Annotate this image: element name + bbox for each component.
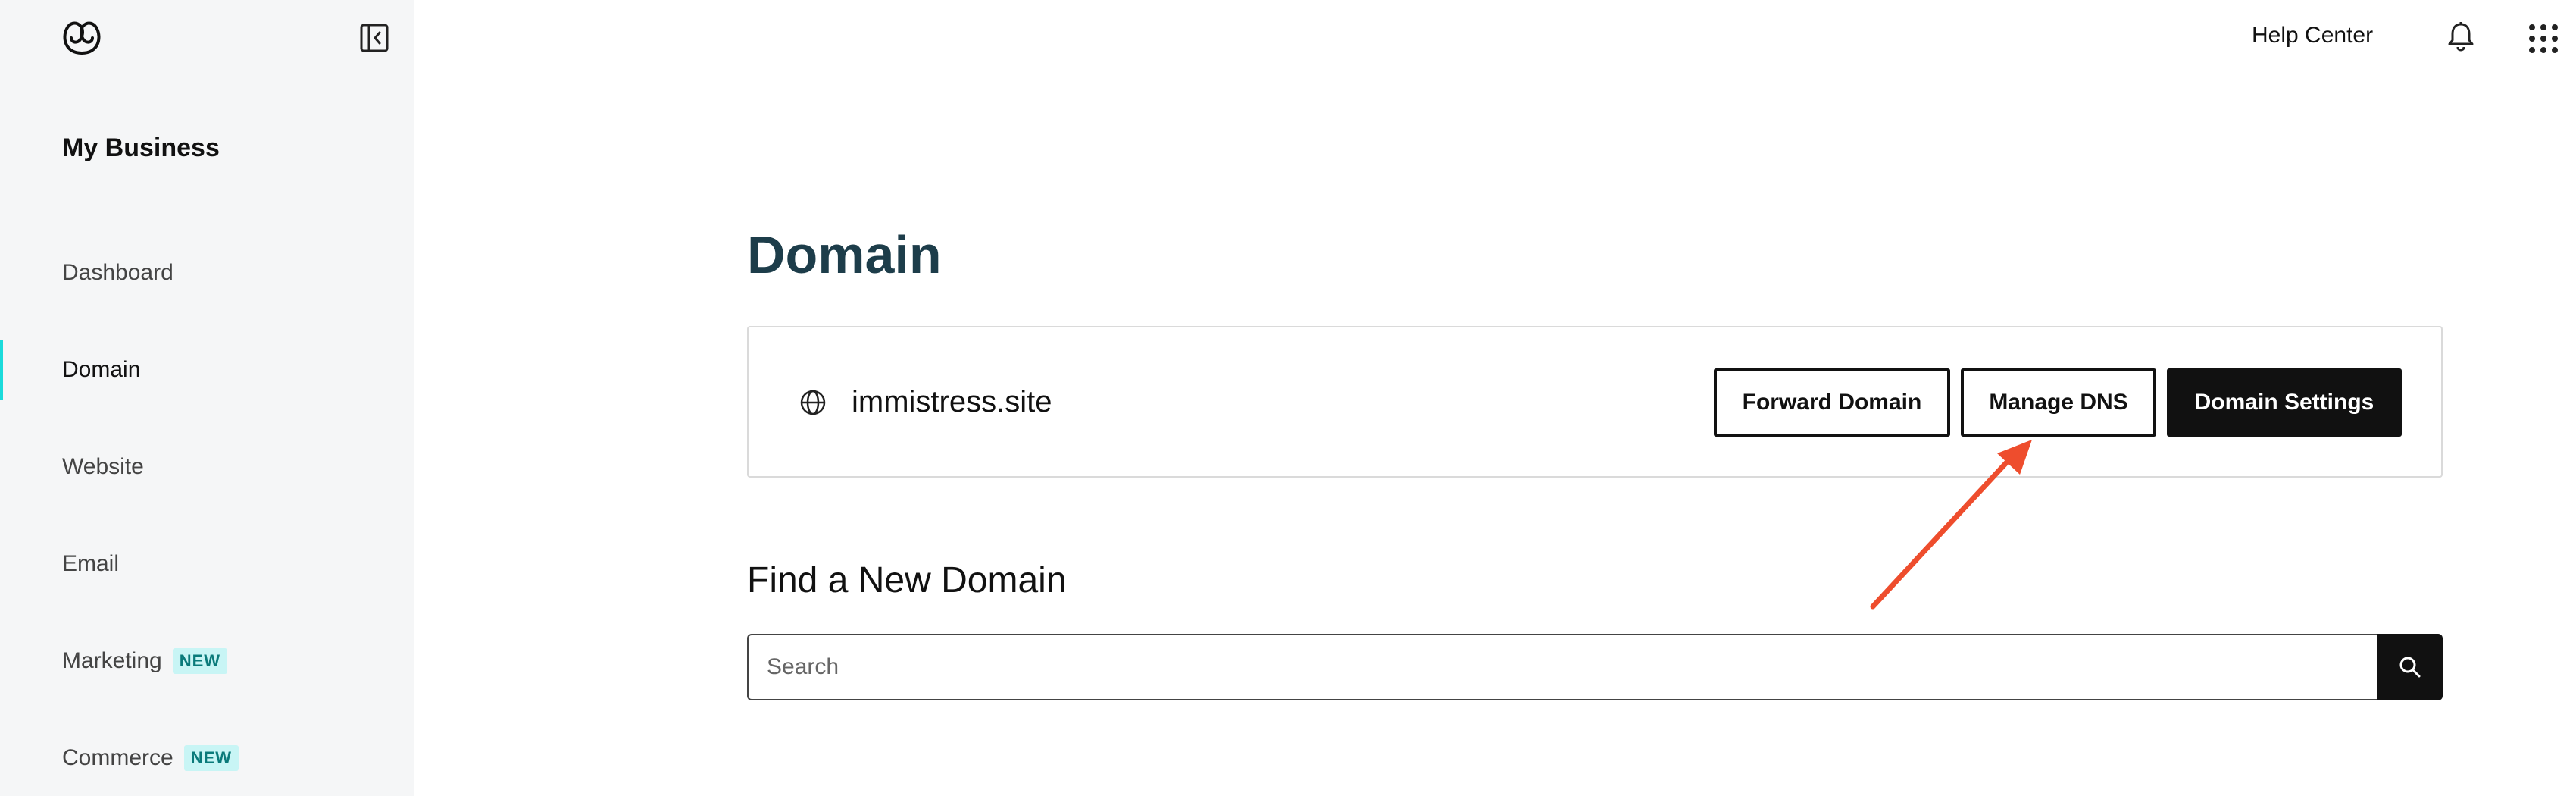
sidebar-item-label: Marketing [62,648,162,673]
sidebar-item-commerce[interactable]: Commerce NEW [0,735,414,781]
sidebar-item-marketing[interactable]: Marketing NEW [0,638,414,684]
domain-name[interactable]: immistress.site [852,385,1052,419]
globe-icon [800,390,826,415]
apps-grid-icon[interactable] [2528,23,2559,55]
sidebar-item-dashboard[interactable]: Dashboard [0,250,414,296]
new-badge: NEW [183,745,239,771]
sidebar-item-label: Email [62,551,120,576]
bell-icon[interactable] [2444,20,2478,53]
collapse-sidebar-icon[interactable] [359,23,389,53]
sidebar-item-label: Website [62,454,144,479]
domain-search [747,634,2443,700]
sidebar-item-label: Commerce [62,745,174,770]
search-input[interactable] [747,634,2377,700]
godaddy-logo-icon[interactable] [59,17,105,58]
find-domain-heading: Find a New Domain [747,560,1067,600]
domain-card: immistress.site Forward Domain Manage DN… [747,326,2443,478]
annotation-arrow-icon [1870,440,2032,610]
search-button[interactable] [2377,634,2443,700]
manage-dns-button[interactable]: Manage DNS [1961,368,2156,437]
help-center-link[interactable]: Help Center [2252,23,2373,49]
sidebar-item-domain[interactable]: Domain [0,340,414,400]
business-title: My Business [62,133,220,162]
search-icon [2399,657,2421,678]
sidebar-item-email[interactable]: Email [0,541,414,587]
new-badge: NEW [172,648,228,674]
sidebar: My Business Dashboard Domain Website Ema… [0,0,414,796]
sidebar-item-label: Domain [62,357,141,382]
sidebar-item-website[interactable]: Website [0,444,414,490]
domain-settings-button[interactable]: Domain Settings [2167,368,2402,437]
sidebar-item-label: Dashboard [62,260,174,285]
page-title: Domain [747,225,942,284]
forward-domain-button[interactable]: Forward Domain [1714,368,1950,437]
